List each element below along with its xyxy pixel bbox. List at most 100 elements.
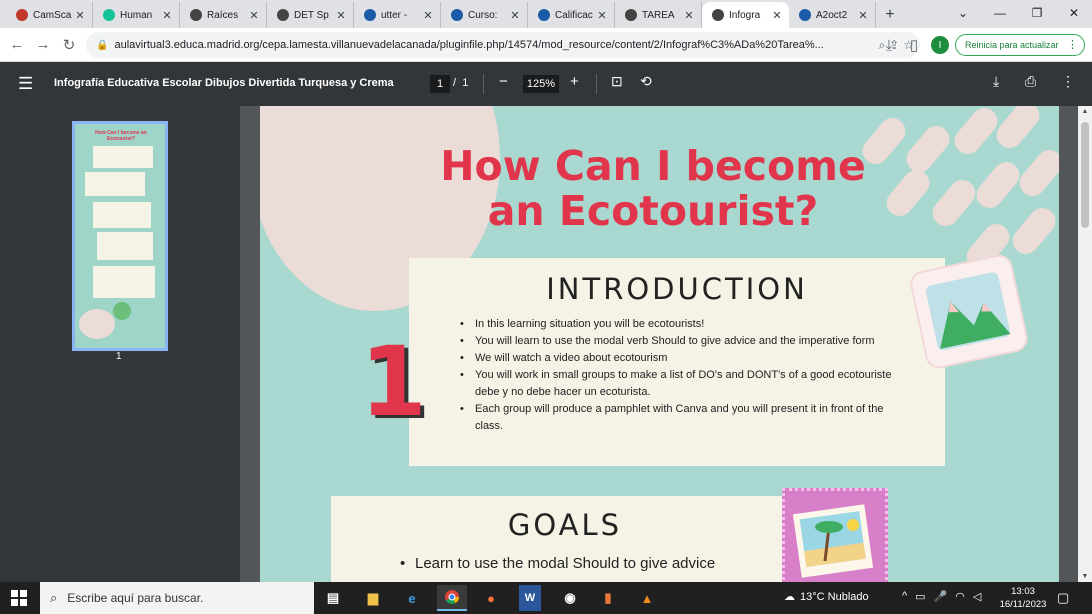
word-icon[interactable]: W — [519, 585, 541, 611]
browser-tab[interactable]: Raíces ✕ — [180, 2, 267, 28]
clock-time: 13:03 — [1011, 586, 1035, 597]
scroll-down-icon[interactable]: ▼ — [1078, 573, 1092, 580]
browser-tab[interactable]: Curso: ✕ — [441, 2, 528, 28]
zoom-in-icon[interactable]: + — [570, 73, 579, 90]
sidepanel-icon[interactable]: ▯ — [901, 32, 927, 58]
close-tab-icon[interactable]: ✕ — [335, 9, 347, 22]
search-icon: ⌕ — [50, 590, 58, 605]
browser-tab[interactable]: DET Sp ✕ — [267, 2, 354, 28]
scroll-up-icon[interactable]: ▲ — [1078, 108, 1092, 115]
thumbnail-sidebar: How Can I become an Ecotourist? 1 — [0, 106, 240, 582]
back-icon[interactable]: ← — [4, 32, 30, 58]
hamburger-menu-icon[interactable]: ☰ — [18, 74, 33, 94]
section-number: 1 — [360, 326, 427, 438]
close-tab-icon[interactable]: ✕ — [857, 9, 869, 22]
browser-tab[interactable]: Calificac ✕ — [528, 2, 615, 28]
grammarly-icon — [103, 9, 115, 21]
fit-page-icon[interactable]: ⊡ — [611, 73, 623, 90]
kebab-menu-icon[interactable]: ⋮ — [1067, 38, 1078, 51]
browser-tab[interactable]: utter - ✕ — [354, 2, 441, 28]
page-count: / 1 — [453, 77, 468, 89]
tab-search-icon[interactable]: ⌄ — [944, 0, 982, 26]
close-tab-icon[interactable]: ✕ — [596, 9, 608, 22]
chrome-icon[interactable] — [437, 585, 467, 611]
vlc-icon[interactable]: ▲ — [632, 585, 662, 611]
browser-toolbar: ← → ↻ 🔒 aulavirtual3.educa.madrid.org/ce… — [0, 28, 1092, 62]
decorative-pill — [927, 174, 981, 232]
close-tab-icon[interactable]: ✕ — [771, 9, 783, 22]
tab-title: DET Sp — [294, 9, 329, 21]
wifi-icon[interactable]: ◠ — [955, 590, 965, 603]
list-item: We will watch a video about ecotourism — [459, 350, 899, 367]
tab-title: utter - — [381, 9, 408, 21]
volume-icon[interactable]: ◁ — [973, 590, 981, 603]
thumb-card — [85, 172, 145, 196]
close-tab-icon[interactable]: ✕ — [161, 9, 173, 22]
url-text[interactable]: aulavirtual3.educa.madrid.org/cepa.lames… — [114, 39, 878, 51]
thumb-blob — [79, 309, 115, 339]
windows-taskbar: ⌕ Escribe aquí para buscar. ▤ ▆ e ● W ◉ … — [0, 582, 1092, 614]
browser-tab[interactable]: Human ✕ — [93, 2, 180, 28]
notification-icon[interactable]: ▢ — [1057, 590, 1069, 606]
chevron-up-icon[interactable]: ^ — [902, 590, 907, 603]
browser-tab[interactable]: Infogra ✕ — [702, 2, 789, 28]
close-tab-icon[interactable]: ✕ — [422, 9, 434, 22]
thumb-card — [93, 202, 151, 228]
network-icon[interactable]: ▭ — [915, 590, 925, 603]
list-item: Learn to use the modal Should to give ad… — [399, 554, 839, 574]
print-icon[interactable]: ⎙ — [1025, 73, 1036, 90]
weather-widget[interactable]: ☁ 13°C Nublado — [784, 590, 869, 604]
address-bar[interactable]: 🔒 aulavirtual3.educa.madrid.org/cepa.lam… — [86, 32, 920, 58]
windows-start-icon[interactable] — [0, 582, 38, 614]
globe-icon — [190, 9, 202, 21]
firefox-icon[interactable]: ● — [476, 585, 506, 611]
tab-title: A2oct2 — [816, 9, 848, 21]
edge-icon[interactable]: e — [397, 585, 427, 611]
close-window-button[interactable]: ✕ — [1055, 0, 1092, 26]
vertical-scrollbar[interactable]: ▲ ▼ — [1078, 106, 1092, 582]
thumbnail-page-label: 1 — [116, 351, 122, 362]
restart-update-button[interactable]: Reinicia para actualizar ⋮ — [955, 34, 1085, 56]
profile-avatar[interactable]: I — [931, 36, 949, 54]
close-tab-icon[interactable]: ✕ — [683, 9, 695, 22]
browser-tab[interactable]: A2oct2 ✕ — [789, 2, 876, 28]
page-number-input[interactable]: 1 — [430, 75, 450, 93]
close-tab-icon[interactable]: ✕ — [74, 9, 86, 22]
decorative-pill — [901, 120, 955, 178]
tab-list: CamSca ✕ Human ✕ Raíces ✕ DET Sp ✕ utter - ✕ Curs… — [0, 2, 876, 28]
reload-icon[interactable]: ↻ — [56, 32, 82, 58]
pdf-download-icon[interactable]: ⤓ — [993, 73, 999, 90]
restore-button[interactable]: ❐ — [1018, 0, 1056, 26]
close-tab-icon[interactable]: ✕ — [509, 9, 521, 22]
pdf-more-icon[interactable]: ⋮ — [1061, 73, 1075, 90]
download-icon[interactable]: ⤓ — [876, 32, 902, 58]
zoom-level-input[interactable]: 125% — [523, 75, 559, 93]
decorative-pill — [881, 164, 935, 222]
tab-title: Raíces — [207, 9, 239, 21]
divider — [596, 74, 597, 94]
minimize-button[interactable]: — — [981, 0, 1019, 26]
tab-title: Calificac — [555, 9, 593, 21]
globe-icon — [712, 9, 724, 21]
microphone-icon[interactable]: 🎤 — [934, 590, 948, 603]
forward-icon[interactable]: → — [30, 32, 56, 58]
tab-title: Curso: — [468, 9, 498, 21]
decorative-pill — [949, 106, 1003, 160]
scrollbar-thumb[interactable] — [1081, 122, 1089, 228]
browser-tab[interactable]: CamSca ✕ — [6, 2, 93, 28]
obs-icon[interactable]: ◉ — [555, 585, 585, 611]
taskbar-clock[interactable]: 13:03 16/11/2023 — [995, 585, 1051, 611]
pdf-viewer[interactable]: How Can I become an Ecotourist? INTRODUC… — [240, 106, 1078, 582]
new-tab-button[interactable]: + — [876, 2, 904, 28]
tab-title: Infogra — [729, 9, 761, 21]
close-tab-icon[interactable]: ✕ — [248, 9, 260, 22]
document-app-icon[interactable]: ▮ — [593, 585, 623, 611]
lock-icon[interactable]: 🔒 — [96, 40, 108, 51]
rotate-icon[interactable]: ⟲ — [640, 73, 652, 90]
browser-tab[interactable]: TAREA ✕ — [615, 2, 702, 28]
file-explorer-icon[interactable]: ▆ — [358, 585, 388, 611]
page-thumbnail[interactable]: How Can I become an Ecotourist? — [72, 121, 168, 351]
task-view-icon[interactable]: ▤ — [318, 585, 348, 611]
taskbar-search[interactable]: ⌕ Escribe aquí para buscar. — [40, 582, 314, 614]
zoom-out-icon[interactable]: − — [499, 73, 508, 90]
